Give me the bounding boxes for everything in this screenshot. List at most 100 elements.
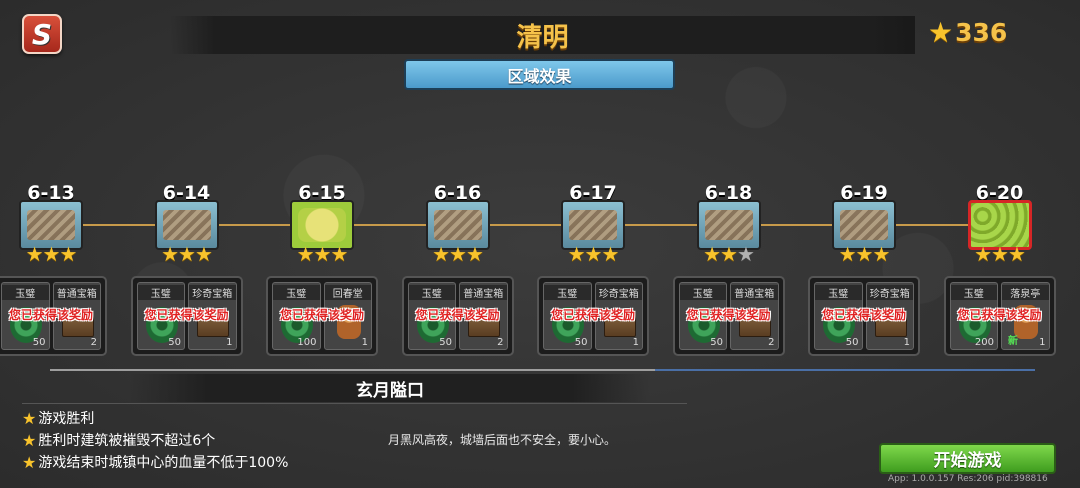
reward-item[interactable]: 玉璧 50 [1, 282, 50, 350]
reward-count: 1 [903, 337, 910, 348]
star-icon: ★ [178, 242, 196, 266]
reward-item[interactable]: 玉璧 50 [136, 282, 185, 350]
star-icon: ★ [22, 408, 37, 428]
back-button[interactable]: S [22, 14, 62, 54]
star-icon: ★ [313, 242, 332, 266]
reward-count: 50 [710, 337, 723, 348]
reward-item[interactable]: 普通宝箱 2 [459, 282, 508, 350]
star-icon: ★ [194, 242, 213, 266]
reward-count: 50 [845, 337, 859, 348]
reward-item[interactable]: 落泉亭新 1 [1001, 282, 1050, 350]
reward-panel: 玉璧 50 普通宝箱 2 您已获得该奖励 [401, 276, 514, 356]
level-stars: ★★★ [823, 244, 905, 264]
star-icon: ★ [432, 242, 450, 266]
reward-item[interactable]: 玉璧 200 [949, 282, 998, 350]
objective-item: ★ 游戏胜利 [22, 407, 288, 429]
level-node[interactable]: 6-16 ★★★ 玉璧 50 普通宝箱 2 您已获得该奖励 [401, 180, 514, 360]
star-icon: ★ [449, 242, 467, 266]
divider [655, 369, 1035, 371]
level-connector [489, 224, 561, 226]
reward-name: 回春堂 [324, 285, 371, 300]
divider [50, 369, 655, 371]
reward-name: 玉璧 [2, 285, 49, 300]
level-connector [83, 224, 155, 226]
reward-name: 珍奇宝箱 [866, 285, 913, 300]
stage-name: 玄月隘口 [130, 374, 650, 402]
chest-icon [874, 309, 907, 337]
objective-item: ★ 游戏结束时城镇中心的血量不低于100% [22, 451, 288, 473]
reward-name: 玉璧 [408, 285, 455, 300]
reward-item[interactable]: 玉璧 50 [543, 282, 592, 350]
reward-name: 珍奇宝箱 [189, 285, 236, 300]
reward-item[interactable]: 普通宝箱 2 [730, 282, 779, 350]
reward-panel: 玉璧 50 珍奇宝箱 1 您已获得该奖励 [808, 276, 920, 356]
reward-item[interactable]: 玉璧 50 [678, 282, 727, 350]
reward-name: 玉璧 [950, 285, 997, 300]
chest-icon [197, 309, 229, 337]
objective-text: 游戏结束时城镇中心的血量不低于100% [38, 455, 289, 471]
building-icon [336, 305, 361, 339]
star-icon: ★ [928, 15, 954, 49]
objective-text: 胜利时建筑被摧毁不超过6个 [38, 433, 216, 449]
objective-text: 游戏胜利 [38, 411, 95, 427]
reward-count: 200 [974, 337, 994, 348]
reward-panel: 玉璧 200 落泉亭新 1 您已获得该奖励 [943, 276, 1056, 356]
star-icon: ★ [567, 242, 586, 266]
level-stars: ★★★ [688, 244, 770, 264]
reward-item[interactable]: 玉璧 100 [272, 282, 321, 350]
chest-icon [603, 309, 636, 337]
reward-name: 普通宝箱 [53, 285, 100, 300]
reward-name: 玉璧 [273, 285, 320, 300]
star-icon: ★ [161, 242, 179, 266]
reward-item[interactable]: 珍奇宝箱 1 [865, 282, 914, 350]
new-tag: 新 [1008, 336, 1018, 347]
star-icon: ★ [720, 242, 738, 266]
chest-icon [468, 309, 500, 337]
chest-icon [739, 309, 771, 337]
star-icon: ★ [601, 242, 619, 266]
title-bar: 清明 [170, 16, 915, 54]
star-icon: ★ [25, 242, 44, 266]
reward-name: 玉璧 [815, 285, 862, 300]
reward-item[interactable]: 玉璧 50 [407, 282, 456, 350]
stage-description: 月黑风高夜，城墙后面也不安全，要小心。 [388, 433, 617, 447]
reward-name: 玉璧 [137, 285, 184, 300]
level-stars: ★★★ [552, 244, 634, 264]
level-node[interactable]: 6-14 ★★★ 玉璧 50 珍奇宝箱 1 您已获得该奖励 [130, 180, 243, 360]
reward-item[interactable]: 普通宝箱 2 [52, 282, 101, 350]
area-effect-button[interactable]: 区域效果 [404, 59, 675, 90]
reward-count: 2 [90, 337, 97, 348]
version-info: App: 1.0.0.157 Res:206 pid:398816 [888, 474, 1048, 484]
reward-count: 1 [632, 337, 639, 348]
reward-panel: 玉璧 50 普通宝箱 2 您已获得该奖励 [672, 276, 785, 356]
star-icon: ★ [703, 242, 721, 266]
reward-panel: 玉璧 100 回春堂 1 您已获得该奖励 [266, 276, 378, 356]
reward-name: 珍奇宝箱 [595, 285, 642, 300]
start-game-button[interactable]: 开始游戏 [879, 443, 1056, 474]
level-node[interactable]: 6-19 ★★★ 玉璧 50 珍奇宝箱 1 您已获得该奖励 [808, 180, 920, 360]
star-total-count: 336 [955, 18, 1008, 47]
level-connector [625, 224, 697, 226]
reward-item[interactable]: 玉璧 50 [814, 282, 863, 350]
reward-item[interactable]: 回春堂 1 [323, 282, 372, 350]
level-connector [896, 224, 968, 226]
level-node[interactable]: 6-20 ★★★ 玉璧 200 落泉亭新 1 您已获得该奖励 [943, 180, 1056, 360]
objectives-list: ★ 游戏胜利 ★ 胜利时建筑被摧毁不超过6个 ★ 游戏结束时城镇中心的血量不低于… [22, 407, 288, 473]
reward-count: 100 [297, 337, 317, 348]
level-node[interactable]: 6-15 ★★★ 玉璧 100 回春堂 1 您已获得该奖励 [266, 180, 378, 360]
level-connector [218, 224, 290, 226]
reward-count: 2 [768, 337, 775, 348]
chest-icon [61, 309, 94, 337]
level-node[interactable]: 6-17 ★★★ 玉璧 50 珍奇宝箱 1 您已获得该奖励 [537, 180, 649, 360]
reward-item[interactable]: 珍奇宝箱 1 [188, 282, 237, 350]
level-connector [354, 224, 426, 226]
star-icon: ★ [736, 242, 755, 266]
star-icon: ★ [1007, 242, 1026, 266]
level-node[interactable]: 6-13 ★★★ 玉璧 50 普通宝箱 2 您已获得该奖励 [0, 180, 107, 360]
star-icon: ★ [872, 242, 890, 266]
reward-count: 50 [32, 337, 46, 348]
level-node[interactable]: 6-18 ★★★ 玉璧 50 普通宝箱 2 您已获得该奖励 [672, 180, 785, 360]
reward-count: 50 [439, 337, 452, 348]
reward-item[interactable]: 珍奇宝箱 1 [594, 282, 643, 350]
reward-name: 普通宝箱 [731, 285, 778, 300]
